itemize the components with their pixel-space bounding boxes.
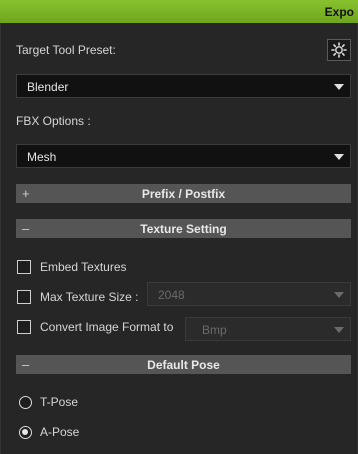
fbx-options-dropdown[interactable]: Mesh — [16, 144, 351, 168]
chevron-down-icon — [334, 327, 344, 333]
section-title: Texture Setting — [140, 222, 227, 236]
t-pose-label: T-Pose — [40, 395, 79, 409]
chevron-down-icon — [334, 84, 344, 90]
image-format-dropdown[interactable]: Bmp — [185, 317, 351, 341]
preset-settings-button[interactable] — [327, 39, 351, 61]
max-texture-size-dropdown[interactable]: 2048 — [147, 282, 351, 306]
embed-textures-label: Embed Textures — [40, 260, 127, 274]
section-title: Prefix / Postfix — [141, 187, 226, 201]
a-pose-label: A-Pose — [40, 425, 80, 439]
fbx-options-value: Mesh — [27, 150, 57, 164]
chevron-down-icon — [334, 292, 344, 298]
section-texture-setting[interactable]: – Texture Setting — [16, 219, 351, 238]
window-title: Expo — [324, 5, 354, 19]
section-default-pose[interactable]: – Default Pose — [16, 355, 351, 374]
image-format-value: Bmp — [202, 323, 227, 337]
title-bar: Expo — [0, 0, 358, 23]
max-texture-size-checkbox[interactable] — [17, 290, 31, 304]
fbx-options-label: FBX Options : — [16, 114, 91, 128]
preset-value: Blender — [27, 80, 69, 94]
preset-label: Target Tool Preset: — [16, 43, 116, 57]
convert-image-format-label: Convert Image Format to — [40, 320, 174, 334]
convert-image-format-checkbox[interactable] — [17, 320, 31, 334]
section-title: Default Pose — [147, 358, 220, 372]
chevron-down-icon — [334, 154, 344, 160]
a-pose-radio[interactable] — [19, 426, 32, 439]
section-prefix-postfix[interactable]: + Prefix / Postfix — [16, 184, 351, 203]
t-pose-radio[interactable] — [19, 396, 32, 409]
embed-textures-checkbox[interactable] — [17, 260, 31, 274]
preset-dropdown[interactable]: Blender — [16, 74, 351, 98]
max-texture-size-value: 2048 — [158, 288, 185, 302]
max-texture-size-label: Max Texture Size : — [40, 290, 139, 304]
gear-icon — [331, 42, 347, 58]
